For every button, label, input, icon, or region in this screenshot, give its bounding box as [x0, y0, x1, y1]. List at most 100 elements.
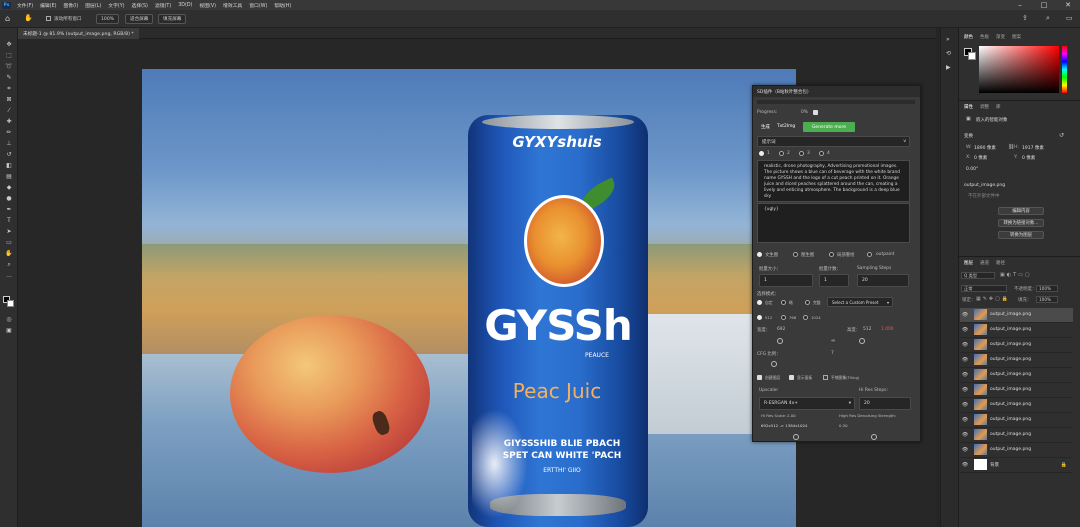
- layer-row[interactable]: 👁 output_image.png: [960, 428, 1073, 443]
- height-slider-handle[interactable]: [859, 338, 865, 344]
- size-768-radio[interactable]: [781, 315, 786, 320]
- layer-row[interactable]: 👁 output_image.png: [960, 398, 1073, 413]
- width-slider-handle[interactable]: [777, 338, 783, 344]
- shape-tool-icon[interactable]: ▭: [4, 238, 14, 247]
- layer-row[interactable]: 👁 output_image.png: [960, 323, 1073, 338]
- blur-tool-icon[interactable]: ◆: [4, 183, 14, 192]
- layer-kind-filter[interactable]: Q 类型: [961, 272, 995, 279]
- eye-icon[interactable]: 👁: [960, 447, 970, 453]
- quick-select-icon[interactable]: ✎: [4, 73, 14, 82]
- negative-prompt-textarea[interactable]: {ugly}: [757, 203, 910, 243]
- layer-filter-icons[interactable]: ▣◐T▭▢: [1000, 272, 1032, 278]
- reset-transform-icon[interactable]: ↺: [1059, 132, 1064, 139]
- menu-view[interactable]: 视图(V): [199, 2, 216, 9]
- batch-count-input[interactable]: 1: [819, 274, 849, 287]
- home-icon[interactable]: ⌂: [5, 14, 10, 23]
- hand-tool-icon[interactable]: ✋: [24, 14, 33, 22]
- mode-img2img-radio[interactable]: [793, 252, 798, 257]
- layer-row[interactable]: 👁 output_image.png: [960, 353, 1073, 368]
- layer-row[interactable]: 👁 output_image.png: [960, 413, 1073, 428]
- tab-layers[interactable]: 图层: [964, 260, 973, 266]
- menu-type[interactable]: 文字(Y): [108, 2, 124, 9]
- prompt-dropdown[interactable]: 提示词 v: [757, 136, 910, 147]
- eye-icon[interactable]: 👁: [960, 432, 970, 438]
- tab-libraries[interactable]: 库: [996, 104, 1001, 110]
- eye-icon[interactable]: 👁: [960, 402, 970, 408]
- menu-layer[interactable]: 图层(L): [85, 2, 101, 9]
- path-select-icon[interactable]: ➤: [4, 227, 14, 236]
- healing-brush-icon[interactable]: ✚: [4, 117, 14, 126]
- size-1024-radio[interactable]: [803, 315, 808, 320]
- layer-row[interactable]: 👁 output_image.png: [960, 383, 1073, 398]
- actions-panel-icon[interactable]: ▶: [946, 64, 951, 71]
- fill-input[interactable]: 100%: [1036, 296, 1058, 303]
- hires-steps-input[interactable]: 20: [859, 397, 911, 410]
- quick-mask-icon[interactable]: ◎: [4, 315, 14, 324]
- marquee-tool-icon[interactable]: ⬚: [4, 51, 14, 60]
- y-value[interactable]: 0 像素: [1022, 155, 1035, 161]
- menu-help[interactable]: 帮助(H): [274, 2, 291, 9]
- layer-row[interactable]: 👁 output_image.png: [960, 308, 1073, 323]
- hires-scale-slider-handle[interactable]: [793, 434, 799, 440]
- minimize-icon[interactable]: –: [1008, 0, 1032, 10]
- tab-patterns[interactable]: 图案: [1012, 34, 1021, 40]
- x-value[interactable]: 0 像素: [974, 155, 987, 161]
- menu-file[interactable]: 文件(F): [17, 2, 33, 9]
- model-full-radio[interactable]: [805, 300, 810, 305]
- crop-tool-icon[interactable]: ⌗: [4, 84, 14, 93]
- menu-filter[interactable]: 滤镜(T): [155, 2, 171, 9]
- collapse-panels-icon[interactable]: »: [946, 36, 950, 43]
- eye-icon[interactable]: 👁: [960, 387, 970, 393]
- prompt-textarea[interactable]: realistic, drone photography, Advertisin…: [757, 160, 910, 202]
- document-tab[interactable]: 未标题-1 @ 81.9% (output_image.png, RGB/8) …: [18, 28, 139, 39]
- zoom-100-button[interactable]: 100%: [96, 14, 120, 24]
- edit-contents-button[interactable]: 编辑内容: [998, 207, 1044, 215]
- denoise-slider-handle[interactable]: [871, 434, 877, 440]
- type-tool-icon[interactable]: T: [4, 216, 14, 225]
- zoom-tool-icon[interactable]: ⌕: [4, 260, 14, 269]
- tab-gradients[interactable]: 渐变: [996, 34, 1005, 40]
- menu-3d[interactable]: 3D(D): [178, 3, 192, 8]
- tab-adjustments[interactable]: 调整: [980, 104, 989, 110]
- share-icon[interactable]: ⇪: [1022, 14, 1028, 22]
- opacity-input[interactable]: 100%: [1036, 285, 1058, 292]
- eye-icon[interactable]: 👁: [960, 417, 970, 423]
- tab-swatches[interactable]: 色板: [980, 34, 989, 40]
- background-color-swatch[interactable]: [7, 300, 14, 307]
- eye-icon[interactable]: 👁: [960, 372, 970, 378]
- fill-screen-button[interactable]: 填充屏幕: [158, 14, 187, 24]
- eye-icon[interactable]: 👁: [960, 462, 970, 468]
- convert-layer-button[interactable]: 转换为图层: [998, 231, 1044, 239]
- menu-window[interactable]: 窗口(W): [249, 2, 267, 9]
- tiling-checkbox[interactable]: [823, 375, 828, 380]
- eyedropper-icon[interactable]: ⁄: [4, 106, 14, 115]
- mode-outpaint-radio[interactable]: [867, 252, 872, 257]
- workspace-icon[interactable]: ▭: [1066, 14, 1073, 22]
- eraser-tool-icon[interactable]: ◧: [4, 161, 14, 170]
- tab-paths[interactable]: 路径: [996, 260, 1005, 266]
- steps-input[interactable]: 20: [857, 274, 909, 287]
- menu-select[interactable]: 选择(S): [132, 2, 148, 9]
- prompt-tab-4-radio[interactable]: [819, 151, 824, 156]
- layer-row[interactable]: 👁 output_image.png: [960, 443, 1073, 458]
- menu-image[interactable]: 图像(I): [63, 2, 78, 9]
- create-layer-checkbox[interactable]: [757, 375, 762, 380]
- h-value[interactable]: 1917 像素: [1022, 145, 1044, 151]
- progress-checkbox[interactable]: [813, 110, 818, 115]
- close-icon[interactable]: ✕: [1056, 0, 1080, 10]
- tab-properties[interactable]: 属性: [964, 104, 973, 110]
- mode-inpaint-radio[interactable]: [829, 252, 834, 257]
- batch-size-input[interactable]: 1: [759, 274, 813, 287]
- w-value[interactable]: 1890 像素: [974, 145, 996, 151]
- hand-icon[interactable]: ✋: [4, 249, 14, 258]
- layer-row[interactable]: 👁 output_image.png: [960, 368, 1073, 383]
- brush-tool-icon[interactable]: ✏: [4, 128, 14, 137]
- move-tool-icon[interactable]: ✥: [4, 40, 14, 49]
- history-panel-icon[interactable]: ⟲: [946, 50, 951, 57]
- more-tools-icon[interactable]: …: [4, 271, 14, 280]
- menu-plugins[interactable]: 增效工具: [223, 2, 242, 9]
- frame-tool-icon[interactable]: ⊠: [4, 95, 14, 104]
- prompt-tab-1-radio[interactable]: [759, 151, 764, 156]
- maximize-icon[interactable]: □: [1032, 0, 1056, 10]
- screen-mode-icon[interactable]: ▣: [4, 326, 14, 335]
